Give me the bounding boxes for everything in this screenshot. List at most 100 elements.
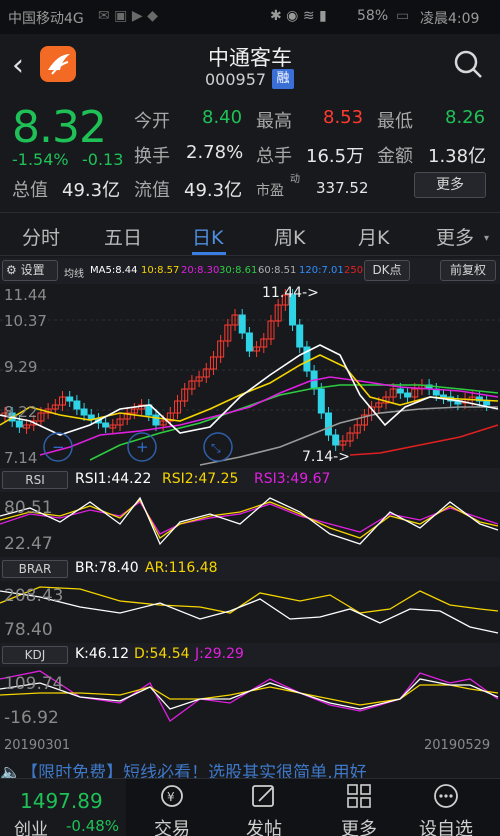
ar-value: AR:116.48 (145, 560, 218, 576)
signal-icons: ✱ ◉ ≋ ▮ (270, 8, 327, 24)
more-dots-icon (434, 784, 458, 808)
turnover-value: 2.78% (186, 142, 244, 163)
stock-name: 中通客车 (208, 46, 292, 70)
date-end: 20190529 (424, 738, 491, 753)
br-line (0, 590, 499, 634)
stock-code: 000957 (205, 70, 267, 89)
high-value: 8.53 (323, 107, 364, 128)
candle-body (296, 324, 304, 348)
ar-line (0, 586, 499, 614)
rsi3-line (0, 501, 499, 535)
quote-panel: 8.32 -1.54% -0.13 今开 8.40 最高 8.53 最低 8.2… (0, 100, 500, 208)
tab-weekly-k[interactable]: 周K (274, 223, 305, 250)
tab-monthly-k[interactable]: 月K (358, 223, 389, 250)
min-marker: 7.14-> (302, 449, 350, 465)
candle-body (73, 400, 81, 410)
settings-button[interactable]: ⚙ 设置 (2, 260, 58, 281)
candle-body (245, 332, 253, 352)
nav-post-label: 发帖 (246, 819, 282, 836)
rsi1-line (0, 496, 499, 546)
dk-button[interactable]: DK点 (364, 260, 410, 281)
tab-five-day[interactable]: 五日 (104, 223, 142, 250)
ma30-value: 30:8.61 (219, 265, 258, 276)
nav-more[interactable]: 更多 (309, 783, 409, 836)
tab-more-arrow-icon: ▾ (484, 233, 490, 244)
tab-more[interactable]: 更多 (436, 223, 474, 250)
candle-body (152, 414, 160, 426)
low-label: 最低 (377, 111, 413, 132)
tab-intraday[interactable]: 分时 (22, 223, 60, 250)
more-button[interactable]: 更多 (414, 172, 486, 198)
news-ticker[interactable]: 🔈【限时免费】短线必看！选股其实很简单,用好 (0, 758, 500, 780)
candle-body (396, 388, 404, 394)
nav-trade[interactable]: ¥ 交易 (122, 783, 222, 836)
volume-value: 16.5万 (306, 146, 365, 167)
change-abs: -0.13 (82, 150, 124, 169)
open-value: 8.40 (202, 107, 243, 128)
index-value: 1497.89 (20, 789, 103, 813)
ma10-value: 10:8.57 (141, 265, 180, 276)
index-change: -0.48% (66, 817, 120, 835)
kdj-chart (0, 670, 499, 722)
svg-text:¥: ¥ (167, 790, 175, 804)
trade-icon: ¥ (161, 785, 183, 807)
ma5-value: MA5:8.44 (90, 265, 138, 276)
nav-more-label: 更多 (341, 819, 377, 836)
clock-label: 凌晨4:09 (420, 11, 480, 27)
j-line (0, 670, 499, 722)
brar-selector[interactable]: BRAR (2, 560, 68, 578)
brar-header: BRAR BR:78.40 AR:116.48 (0, 557, 500, 581)
br-value: BR:78.40 (75, 560, 139, 576)
brar-axis-top: 208.43 (4, 586, 64, 606)
fullscreen-glyph: ⤡ (211, 441, 221, 455)
candle-body (80, 408, 88, 416)
candle-body (317, 388, 325, 414)
battery-label: 58% (357, 8, 389, 24)
nav-post[interactable]: 发帖 (214, 783, 314, 836)
low-value: 8.26 (445, 107, 486, 128)
settings-label: 设置 (20, 263, 45, 277)
gear-icon: ⚙ (6, 263, 17, 277)
candle-body (483, 400, 491, 406)
nav-watchlist-label: 设自选 (419, 819, 473, 836)
kdj-header: KDJ K:46.12 D:54.54 J:29.29 (0, 643, 500, 667)
ma120-value: 120:7.01 (299, 265, 344, 276)
nav-watchlist[interactable]: 设自选 (396, 783, 496, 836)
zoom-out-glyph: + (136, 438, 149, 456)
adjust-button[interactable]: 前复权 (440, 260, 496, 281)
candle-body (324, 412, 332, 436)
carrier-label: 中国移动4G (8, 11, 84, 27)
index-name: 创业 (14, 820, 48, 836)
candle-body (332, 434, 340, 446)
candle-body (102, 422, 110, 428)
zoom-controls: − + ⤡ (43, 432, 233, 462)
last-price: 8.32 (12, 102, 107, 153)
ma60-value: 60:8.51 (258, 265, 297, 276)
mktcap-label: 总值 (12, 180, 48, 201)
rsi-chart (0, 496, 499, 546)
ma-title: 均线 (64, 269, 84, 280)
ma20-value: 20:8.30 (181, 265, 220, 276)
zoom-in-glyph: − (52, 438, 65, 456)
open-label: 今开 (134, 111, 170, 132)
pe-sup: 动 (290, 174, 300, 185)
brar-axis-bottom: 78.40 (4, 620, 53, 640)
kline-axis-3: 9.29 (4, 358, 38, 376)
rsi-selector[interactable]: RSI (2, 471, 68, 489)
rsi-axis-bottom: 22.47 (4, 534, 53, 554)
candle-body (15, 420, 23, 428)
kline-axis-2: 10.37 (4, 312, 47, 330)
float-label: 流值 (134, 180, 170, 201)
pe-label: 市盈 (256, 183, 284, 199)
ma5-line (0, 344, 499, 436)
tab-daily-k[interactable]: 日K (192, 223, 223, 250)
amount-label: 金额 (377, 146, 413, 167)
kline-axis-4: 8.22 (4, 403, 38, 421)
nav-trade-label: 交易 (154, 819, 190, 836)
kline-chart[interactable]: 11.44-> 7.14-> − + ⤡ (0, 285, 500, 467)
kdj-selector[interactable]: KDJ (2, 646, 68, 664)
index-card[interactable]: 1497.89 创业 -0.48% (0, 779, 126, 836)
search-icon[interactable] (452, 48, 484, 84)
rsi-header: RSI RSI1:44.22 RSI2:47.25 RSI3:49.67 (0, 468, 500, 492)
rsi1-value: RSI1:44.22 (75, 471, 152, 487)
